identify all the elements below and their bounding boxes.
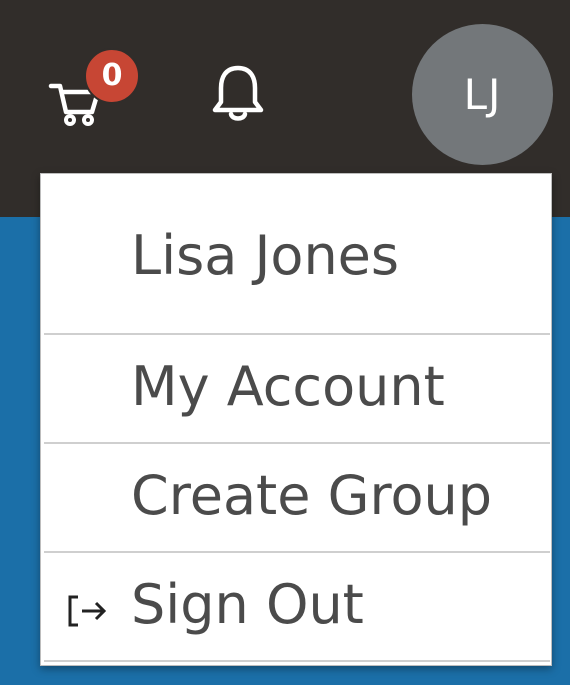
menu-item-label: My Account [131,355,445,418]
bell-icon [212,65,264,121]
sign-out-icon [68,595,107,627]
menu-item-sign-out[interactable]: Sign Out [44,553,550,662]
menu-item-label: Sign Out [131,573,364,636]
menu-item-label: Create Group [131,464,492,527]
menu-item-create-group[interactable]: Create Group [44,444,550,553]
user-menu-dropdown: Lisa Jones My Account Create Group Sign … [40,173,552,666]
user-name-label: Lisa Jones [131,224,400,287]
user-avatar[interactable]: LJ [412,24,553,165]
cart-count-badge: 0 [84,48,140,104]
menu-item-my-account[interactable]: My Account [44,335,550,444]
user-name-row: Lisa Jones [44,174,550,335]
notifications-button[interactable] [205,62,275,132]
